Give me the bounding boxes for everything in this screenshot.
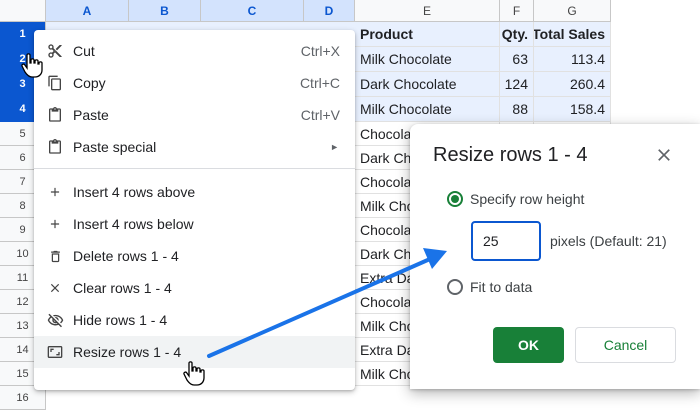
close-icon xyxy=(46,279,64,297)
resize-rows-dialog: Resize rows 1 - 4 Specify row height pix… xyxy=(410,124,700,389)
table-header-cell[interactable]: Total Sales xyxy=(534,22,611,47)
table-cell[interactable]: 158.4 xyxy=(534,97,611,122)
select-all-corner[interactable] xyxy=(0,0,46,22)
pixels-default-label: pixels (Default: 21) xyxy=(550,233,667,249)
column-header-f[interactable]: F xyxy=(500,0,534,22)
menu-item-label: Paste xyxy=(73,107,109,123)
submenu-arrow-icon: ► xyxy=(330,142,339,152)
fit-to-data-radio[interactable] xyxy=(447,279,463,295)
cancel-button[interactable]: Cancel xyxy=(575,327,676,363)
table-cell[interactable]: 113.4 xyxy=(534,47,611,72)
menu-item-label: Paste special xyxy=(73,139,157,155)
shortcut-label: Ctrl+X xyxy=(300,43,340,59)
menu-item-label: Resize rows 1 - 4 xyxy=(73,344,182,360)
menu-item-hide-rows[interactable]: Hide rows 1 - 4 xyxy=(34,304,355,336)
shortcut-label: Ctrl+V xyxy=(300,107,340,123)
specify-height-label: Specify row height xyxy=(470,191,585,207)
menu-item-label: Delete rows 1 - 4 xyxy=(73,248,179,264)
menu-item-label: Insert 4 rows below xyxy=(73,216,194,232)
specify-height-radio[interactable] xyxy=(447,191,463,207)
menu-item-label: Hide rows 1 - 4 xyxy=(73,312,168,328)
eye-off-icon xyxy=(46,311,64,329)
column-header-a[interactable]: A xyxy=(46,0,129,22)
fit-to-data-label: Fit to data xyxy=(470,279,533,295)
dialog-title: Resize rows 1 - 4 xyxy=(433,144,588,166)
ok-button[interactable]: OK xyxy=(493,327,564,363)
trash-icon xyxy=(46,247,64,265)
menu-item-insert-rows-above[interactable]: Insert 4 rows above xyxy=(34,176,355,208)
clipboard-icon xyxy=(46,106,64,124)
menu-item-paste-special[interactable]: Paste special ► xyxy=(34,131,355,163)
table-cell[interactable]: Dark Chocolate xyxy=(355,72,500,97)
menu-item-label: Insert 4 rows above xyxy=(73,184,196,200)
column-header-c[interactable]: C xyxy=(201,0,304,22)
menu-item-copy[interactable]: Copy Ctrl+C xyxy=(34,67,355,99)
menu-item-label: Copy xyxy=(73,75,106,91)
copy-icon xyxy=(46,74,64,92)
shortcut-label: Ctrl+C xyxy=(299,75,340,91)
clipboard-icon xyxy=(46,138,64,156)
table-cell[interactable]: 260.4 xyxy=(534,72,611,97)
table-cell[interactable]: Milk Chocolate xyxy=(355,97,500,122)
table-header-cell[interactable]: Product xyxy=(355,22,500,47)
menu-item-paste[interactable]: Paste Ctrl+V xyxy=(34,99,355,131)
table-cell[interactable]: Milk Chocolate xyxy=(355,47,500,72)
column-header-g[interactable]: G xyxy=(534,0,611,22)
table-cell[interactable]: 124 xyxy=(500,72,534,97)
plus-icon xyxy=(46,215,64,233)
table-header-cell[interactable]: Qty. xyxy=(500,22,534,47)
table-cell[interactable]: 63 xyxy=(500,47,534,72)
menu-item-cut[interactable]: Cut Ctrl+X xyxy=(34,35,355,67)
close-icon[interactable] xyxy=(654,145,674,165)
menu-item-label: Clear rows 1 - 4 xyxy=(73,280,172,296)
menu-item-clear-rows[interactable]: Clear rows 1 - 4 xyxy=(34,272,355,304)
resize-icon xyxy=(46,343,64,361)
column-header-b[interactable]: B xyxy=(129,0,201,22)
row-height-input[interactable] xyxy=(471,221,541,261)
menu-item-insert-rows-below[interactable]: Insert 4 rows below xyxy=(34,208,355,240)
column-header-d[interactable]: D xyxy=(304,0,355,22)
menu-item-delete-rows[interactable]: Delete rows 1 - 4 xyxy=(34,240,355,272)
table-cell[interactable]: 88 xyxy=(500,97,534,122)
scissors-icon xyxy=(46,42,64,60)
menu-item-label: Cut xyxy=(73,43,95,59)
plus-icon xyxy=(46,183,64,201)
context-menu: Cut Ctrl+X Copy Ctrl+C Paste Ctrl+V Past… xyxy=(34,30,355,390)
column-header-e[interactable]: E xyxy=(355,0,500,22)
menu-item-resize-rows[interactable]: Resize rows 1 - 4 xyxy=(34,336,355,368)
menu-divider xyxy=(34,168,355,169)
